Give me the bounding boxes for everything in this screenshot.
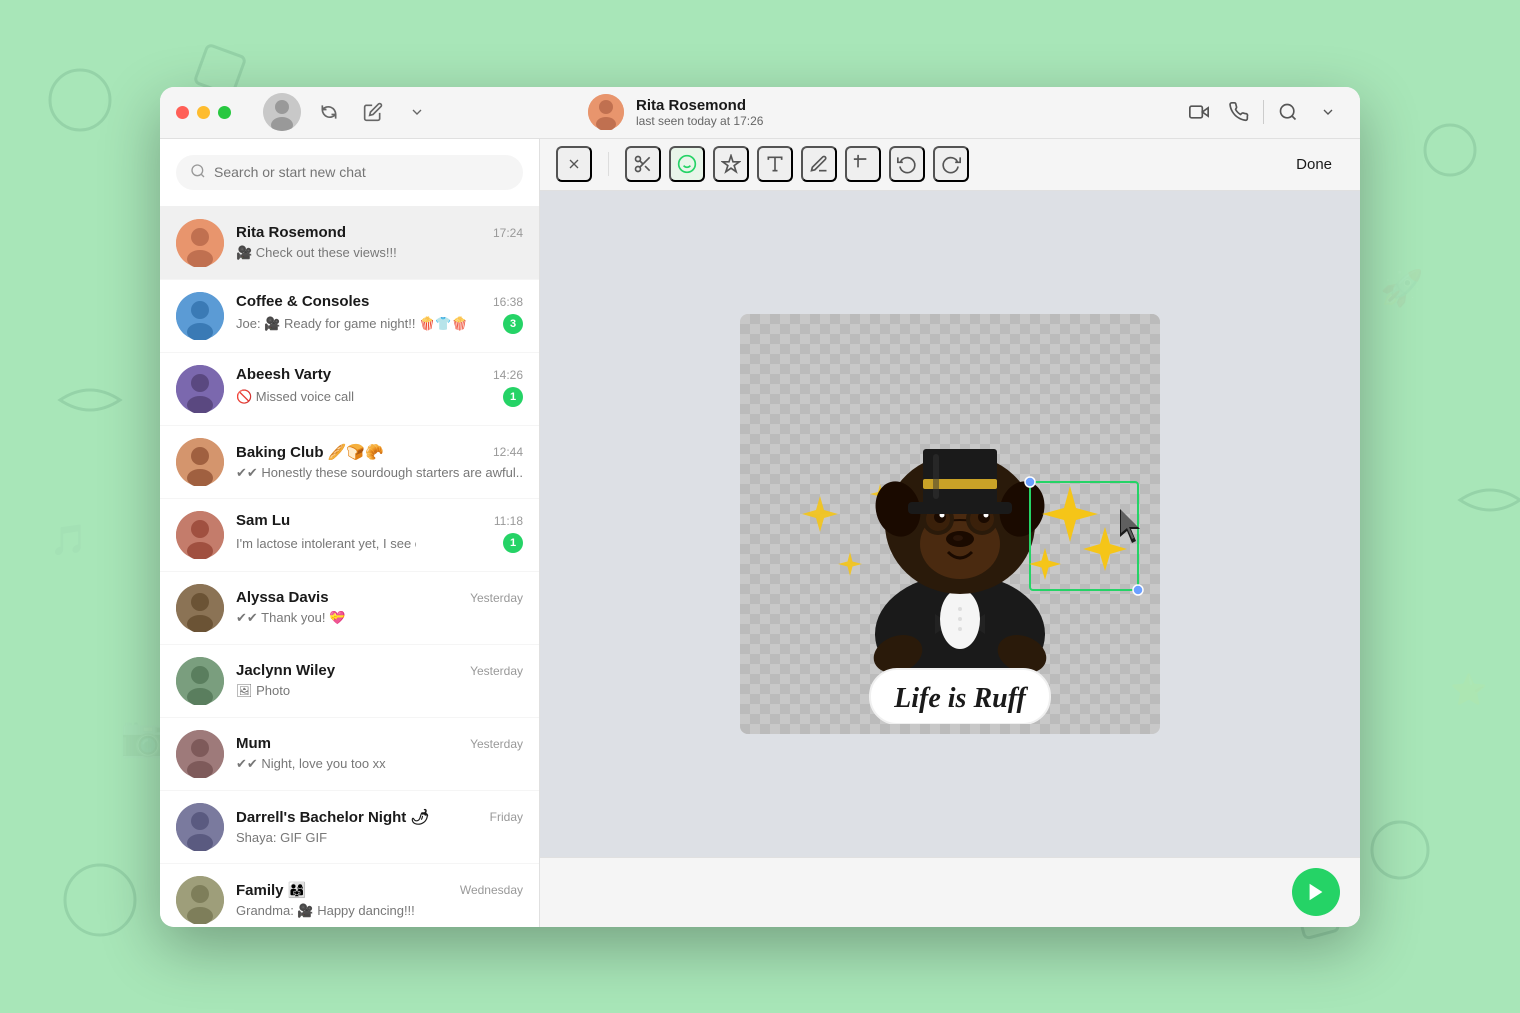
chat-info-family: Family 👨‍👩‍👧 Wednesday Grandma: 🎥 Happy … (236, 881, 523, 919)
chat-preview-alyssa: ✔✔ Thank you! 💝 (236, 610, 523, 626)
chevron-down-icon[interactable] (401, 96, 433, 128)
chat-preview-coffee: Joe: 🎥 Ready for game night!! 🍿👕🍿 (236, 316, 468, 332)
chat-info-darrell: Darrell's Bachelor Night 🌶 Friday Shaya:… (236, 808, 523, 845)
chat-item-abeesh[interactable]: Abeesh Varty 14:26 🚫 Missed voice call 1 (160, 353, 539, 426)
sidebar-search-area (160, 139, 539, 207)
svg-text:Life is Ruff: Life is Ruff (893, 683, 1028, 714)
chat-preview-sam: I'm lactose intolerant yet, I see cheese… (236, 536, 416, 551)
header-divider (1263, 100, 1264, 124)
chat-header-info: Rita Rosemond last seen today at 17:26 (636, 97, 1171, 128)
search-bar[interactable] (176, 155, 523, 190)
chat-info-alyssa: Alyssa Davis Yesterday ✔✔ Thank you! 💝 (236, 589, 523, 626)
chat-header-avatar[interactable] (588, 94, 624, 130)
chat-time-family: Wednesday (460, 883, 523, 897)
chat-info-mum: Mum Yesterday ✔✔ Night, love you too xx (236, 735, 523, 772)
chat-time-coffee: 16:38 (493, 295, 523, 309)
redo-icon[interactable] (933, 146, 969, 182)
chat-info-jaclynn: Jaclynn Wiley Yesterday 🖼 Photo (236, 662, 523, 699)
chat-info-sam: Sam Lu 11:18 I'm lactose intolerant yet,… (236, 512, 523, 557)
chat-preview-mum: ✔✔ Night, love you too xx (236, 756, 523, 772)
minimize-button[interactable] (197, 106, 210, 119)
chat-name-rita: Rita Rosemond (236, 224, 346, 241)
chat-name-baking: Baking Club 🥖🍞🥐 (236, 443, 384, 461)
chat-preview-family: Grandma: 🎥 Happy dancing!!! (236, 903, 523, 919)
phone-call-icon[interactable] (1223, 96, 1255, 128)
chat-time-mum: Yesterday (470, 737, 523, 751)
title-bar: Rita Rosemond last seen today at 17:26 (160, 87, 1360, 139)
chat-item-darrell[interactable]: Darrell's Bachelor Night 🌶 Friday Shaya:… (160, 791, 539, 864)
chat-name-mum: Mum (236, 735, 271, 752)
chat-name-jaclynn: Jaclynn Wiley (236, 662, 335, 679)
unread-badge-abeesh: 1 (503, 387, 523, 407)
chat-name-darrell: Darrell's Bachelor Night 🌶 (236, 808, 430, 826)
chat-name-alyssa: Alyssa Davis (236, 589, 329, 606)
chat-info-rita: Rita Rosemond 17:24 🎥 Check out these vi… (236, 224, 523, 261)
chat-item-baking[interactable]: Baking Club 🥖🍞🥐 12:44 ✔✔ Honestly these … (160, 426, 539, 499)
chat-status: last seen today at 17:26 (636, 114, 1171, 128)
compose-icon[interactable] (357, 96, 389, 128)
chat-time-rita: 17:24 (493, 226, 523, 240)
sidebar: Rita Rosemond 17:24 🎥 Check out these vi… (160, 139, 540, 927)
chat-preview-abeesh: 🚫 Missed voice call (236, 389, 354, 405)
chat-preview-jaclynn: 🖼 Photo (236, 683, 523, 699)
chat-preview-rita: 🎥 Check out these views!!! (236, 245, 523, 261)
chat-time-abeesh: 14:26 (493, 368, 523, 382)
undo-icon[interactable] (889, 146, 925, 182)
chat-item-sam[interactable]: Sam Lu 11:18 I'm lactose intolerant yet,… (160, 499, 539, 572)
chat-time-alyssa: Yesterday (470, 591, 523, 605)
header-chevron-icon[interactable] (1312, 96, 1344, 128)
scissors-icon[interactable] (625, 146, 661, 182)
chat-info-baking: Baking Club 🥖🍞🥐 12:44 ✔✔ Honestly these … (236, 443, 523, 481)
chat-name-family: Family 👨‍👩‍👧 (236, 881, 306, 899)
search-icon (190, 163, 206, 182)
sticker-content: Life is Ruff (740, 314, 1160, 734)
chat-list: Rita Rosemond 17:24 🎥 Check out these vi… (160, 207, 539, 927)
text-icon[interactable] (757, 146, 793, 182)
toolbar-divider1 (608, 152, 609, 176)
pen-icon[interactable] (801, 146, 837, 182)
chat-name-sam: Sam Lu (236, 512, 290, 529)
chat-time-sam: 11:18 (494, 514, 523, 528)
chat-item-rita[interactable]: Rita Rosemond 17:24 🎥 Check out these vi… (160, 207, 539, 280)
chat-preview-baking: ✔✔ Honestly these sourdough starters are… (236, 465, 523, 481)
chat-time-baking: 12:44 (493, 445, 523, 459)
unread-badge-sam: 1 (503, 533, 523, 553)
chat-footer (540, 857, 1360, 927)
chat-time-darrell: Friday (490, 810, 523, 824)
chat-name-coffee: Coffee & Consoles (236, 293, 369, 310)
done-button[interactable]: Done (1284, 150, 1344, 179)
refresh-icon[interactable] (313, 96, 345, 128)
maximize-button[interactable] (218, 106, 231, 119)
user-avatar[interactable] (263, 93, 301, 131)
emoji-icon[interactable] (669, 146, 705, 182)
header-search-icon[interactable] (1272, 96, 1304, 128)
close-button[interactable] (176, 106, 189, 119)
unread-badge-coffee: 3 (503, 314, 523, 334)
search-input[interactable] (214, 164, 509, 180)
crop-icon[interactable] (845, 146, 881, 182)
chat-header-icons (1183, 96, 1344, 128)
window-controls (176, 93, 556, 131)
chat-time-jaclynn: Yesterday (470, 664, 523, 678)
main-content: Rita Rosemond 17:24 🎥 Check out these vi… (160, 139, 1360, 927)
chat-name: Rita Rosemond (636, 97, 1171, 114)
chat-item-jaclynn[interactable]: Jaclynn Wiley Yesterday 🖼 Photo (160, 645, 539, 718)
sticker-shape-icon[interactable] (713, 146, 749, 182)
video-call-icon[interactable] (1183, 96, 1215, 128)
chat-item-coffee[interactable]: Coffee & Consoles 16:38 Joe: 🎥 Ready for… (160, 280, 539, 353)
chat-item-mum[interactable]: Mum Yesterday ✔✔ Night, love you too xx (160, 718, 539, 791)
chat-name-abeesh: Abeesh Varty (236, 366, 331, 383)
chat-body: Life is Ruff (540, 191, 1360, 857)
chat-preview-darrell: Shaya: GIF GIF (236, 830, 523, 845)
sticker-toolbar: Done (540, 139, 1360, 191)
app-window: Rita Rosemond last seen today at 17:26 (160, 87, 1360, 927)
chat-info-abeesh: Abeesh Varty 14:26 🚫 Missed voice call 1 (236, 366, 523, 411)
chat-item-alyssa[interactable]: Alyssa Davis Yesterday ✔✔ Thank you! 💝 (160, 572, 539, 645)
chat-panel: Done (540, 139, 1360, 927)
close-sticker-button[interactable] (556, 146, 592, 182)
send-button[interactable] (1292, 868, 1340, 916)
sticker-canvas[interactable]: Life is Ruff (740, 314, 1160, 734)
chat-item-family[interactable]: Family 👨‍👩‍👧 Wednesday Grandma: 🎥 Happy … (160, 864, 539, 927)
chat-info-coffee: Coffee & Consoles 16:38 Joe: 🎥 Ready for… (236, 293, 523, 338)
